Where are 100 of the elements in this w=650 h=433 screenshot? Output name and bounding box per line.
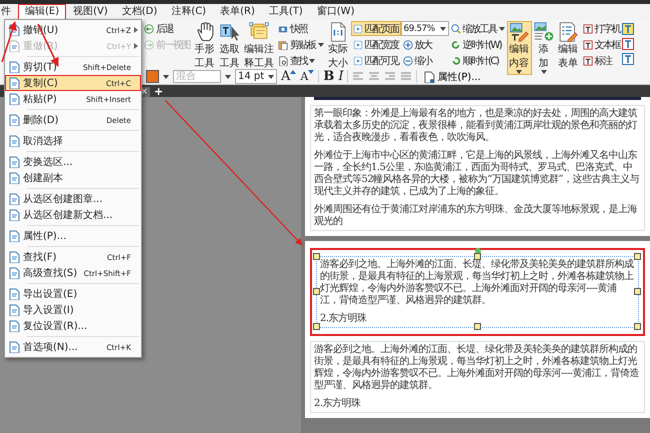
resize-handle[interactable] bbox=[634, 288, 641, 295]
resize-handle[interactable] bbox=[634, 253, 641, 260]
menu-item[interactable]: 注释(C) bbox=[164, 4, 214, 20]
caret-icon bbox=[309, 58, 315, 62]
ribbon-button[interactable]: 实际大小 bbox=[326, 21, 350, 71]
zoom-out-icon bbox=[402, 56, 412, 66]
ribbon-button[interactable]: 缩小 bbox=[400, 53, 448, 68]
document-icon bbox=[8, 61, 20, 73]
page-icon bbox=[352, 24, 362, 34]
paragraph: 第一眼印象：外滩是上海最有名的地方，也是乘凉的好去处，周围的高大建筑承载着太多历史的沉淀，夜景很棒，能看到黄浦江两岸壮观的景色和亮丽的灯光，适合夜晚漫步，看看夜色，吹吹海风。 bbox=[314, 108, 638, 144]
caret-icon bbox=[498, 26, 504, 30]
document-icon bbox=[8, 288, 20, 300]
text-icon[interactable] bbox=[622, 23, 634, 35]
paragraph: 2.东方明珠 bbox=[314, 398, 362, 410]
clipboard-icon bbox=[278, 40, 288, 50]
image-pencil-icon bbox=[509, 22, 529, 42]
menu-item[interactable]: 变换选区... bbox=[5, 154, 141, 170]
menu-item[interactable]: 文档(D) bbox=[114, 4, 164, 20]
ribbon-button[interactable]: 手形工具 bbox=[192, 21, 217, 71]
text-box-icon bbox=[582, 40, 592, 50]
ribbon-button[interactable]: 快照 bbox=[276, 21, 326, 36]
document-icon bbox=[8, 304, 20, 316]
document-icon bbox=[8, 267, 20, 279]
arrow-icon bbox=[144, 24, 154, 34]
ribbon-button[interactable]: 剪贴板 bbox=[276, 37, 326, 52]
menu-item[interactable]: 表单(R) bbox=[213, 4, 262, 20]
document-icon bbox=[8, 114, 20, 126]
resize-handle[interactable] bbox=[474, 253, 480, 260]
ribbon-button[interactable]: 匹配可见 bbox=[350, 53, 400, 68]
shrink-font-button[interactable]: A bbox=[300, 70, 314, 83]
menu-item[interactable]: 件 bbox=[0, 4, 18, 20]
ribbon-button[interactable]: 查找 bbox=[276, 53, 326, 68]
ribbon-button[interactable]: 后退 bbox=[142, 21, 192, 36]
paragraph: 游客必到之地。上海外滩的江面、长堤、绿化带及美轮美奂的建筑群所构成的街景，是最具有特征的上海景观，每当华灯初上之时，外滩各栋建筑物上灯光辉煌，令海内外游客赞叹不已。上海外滩面对开阔的母亲河----黄浦江，背倚造型严谨、风格迥异的建筑群。 bbox=[320, 259, 634, 307]
resize-handle[interactable] bbox=[313, 323, 320, 330]
menu-item[interactable]: 窗口(W) bbox=[310, 4, 362, 20]
menu-item[interactable]: 属性(P)... bbox=[5, 228, 141, 244]
document-icon bbox=[8, 320, 20, 332]
zoom-in-icon bbox=[402, 40, 412, 50]
page-icon bbox=[352, 56, 362, 66]
document-icon bbox=[8, 77, 20, 89]
arrow-icon bbox=[144, 40, 154, 50]
menu-item[interactable]: 视图(V) bbox=[66, 4, 115, 20]
menu-item[interactable]: 工具(T) bbox=[262, 4, 310, 20]
font-size-field[interactable]: 14 pt bbox=[235, 69, 277, 84]
document-icon bbox=[8, 40, 20, 52]
menu-item[interactable]: 导入设置(I) bbox=[5, 302, 141, 318]
italic-button[interactable]: I bbox=[338, 69, 344, 84]
text-icon[interactable] bbox=[622, 53, 634, 65]
ribbon-button[interactable]: 匹配页面 bbox=[350, 21, 400, 36]
menu-item[interactable]: 编辑(E) bbox=[18, 4, 66, 20]
menu-item[interactable]: 复位设置(R)... bbox=[5, 318, 141, 334]
caret-icon bbox=[440, 26, 446, 30]
new-tab-button[interactable]: + bbox=[150, 86, 168, 97]
close-tab-button[interactable]: × bbox=[140, 87, 148, 97]
document-icon bbox=[8, 156, 20, 168]
resize-handle[interactable] bbox=[474, 323, 480, 330]
text-icon[interactable] bbox=[622, 38, 634, 50]
menu-item[interactable]: 从选区创建新文档... bbox=[5, 207, 141, 223]
bold-button[interactable]: B bbox=[323, 69, 334, 84]
document-icon bbox=[8, 341, 20, 353]
ribbon-button[interactable]: 匹配宽度 bbox=[350, 37, 400, 52]
text-box[interactable]: 游客必到之地。上海外滩的江面、长堤、绿化带及美轮美奂的建筑群所构成的街景，是最具有特征的上海景观，每当华灯初上之时，外滩各栋建筑物上灯光辉煌，令海内外游客赞叹不已。上海外滩面对开阔的母亲河----黄浦江，背倚造型严谨、风格迥异的建筑群。 2.东方明珠 bbox=[310, 341, 645, 413]
grow-font-button[interactable]: A bbox=[281, 70, 296, 83]
caret-icon bbox=[163, 74, 169, 78]
zoom-icon bbox=[450, 24, 460, 34]
document-icon bbox=[8, 209, 20, 221]
ribbon-button[interactable]: 放大 bbox=[400, 37, 448, 52]
arrow bbox=[1, 21, 17, 62]
color-swatch-icon[interactable] bbox=[146, 70, 159, 83]
menu-item[interactable]: 取消选择 bbox=[5, 133, 141, 149]
font-field[interactable]: 混合 bbox=[173, 70, 221, 83]
document-icon bbox=[8, 172, 20, 184]
document-icon bbox=[8, 193, 20, 205]
ribbon-button[interactable]: 缩放工具 bbox=[448, 21, 506, 36]
submenu-arrow-icon bbox=[134, 43, 138, 49]
document-icon bbox=[8, 93, 20, 105]
properties-button[interactable]: 属性(P)... bbox=[421, 70, 483, 84]
paragraph: 外滩周围还有位于黄浦江对岸浦东的东方明珠、金茂大厦等地标景观，是上海观光的 bbox=[314, 204, 638, 228]
menu-item[interactable]: 创建副本 bbox=[5, 170, 141, 186]
ribbon-button[interactable]: 逆时针(W) bbox=[448, 37, 506, 52]
text-cursor-icon bbox=[220, 22, 240, 42]
search-icon bbox=[278, 56, 288, 66]
up-triangle-icon bbox=[290, 70, 296, 74]
zoom-field[interactable]: 69.57% bbox=[400, 21, 448, 36]
ribbon-button[interactable]: 标注 bbox=[580, 53, 622, 68]
ribbon-button[interactable]: 打字机 bbox=[580, 21, 622, 36]
ribbon-button[interactable]: 编辑内容 bbox=[506, 21, 532, 75]
paragraph: 2.东方明珠 bbox=[320, 313, 368, 325]
menu-item[interactable]: 导出设置(E) bbox=[5, 286, 141, 302]
resize-handle[interactable] bbox=[313, 253, 320, 260]
resize-handle[interactable] bbox=[634, 323, 641, 330]
resize-handle[interactable] bbox=[313, 288, 320, 295]
ribbon-button[interactable]: 文本框 bbox=[580, 37, 622, 52]
document-icon bbox=[8, 230, 20, 242]
menu-item[interactable]: 从选区创建图章... bbox=[5, 191, 141, 207]
page-icon bbox=[352, 40, 362, 50]
ribbon-button[interactable]: 顺时针(C) bbox=[448, 53, 506, 68]
paragraph: 外滩位于上海市中心区的黄浦江畔，它是上海的风景线，上海外滩又名中山东一路，全长约1.5公里，东临黄浦江，西面为哥特式、罗马式、巴洛克式、中西合壁式等52幢风格各异的大楼，被称为“万国建筑博览群”，这些古典主义与现代主义并存的建筑，已成为了上海的象征。 bbox=[314, 150, 640, 198]
submenu-arrow-icon bbox=[134, 27, 138, 33]
